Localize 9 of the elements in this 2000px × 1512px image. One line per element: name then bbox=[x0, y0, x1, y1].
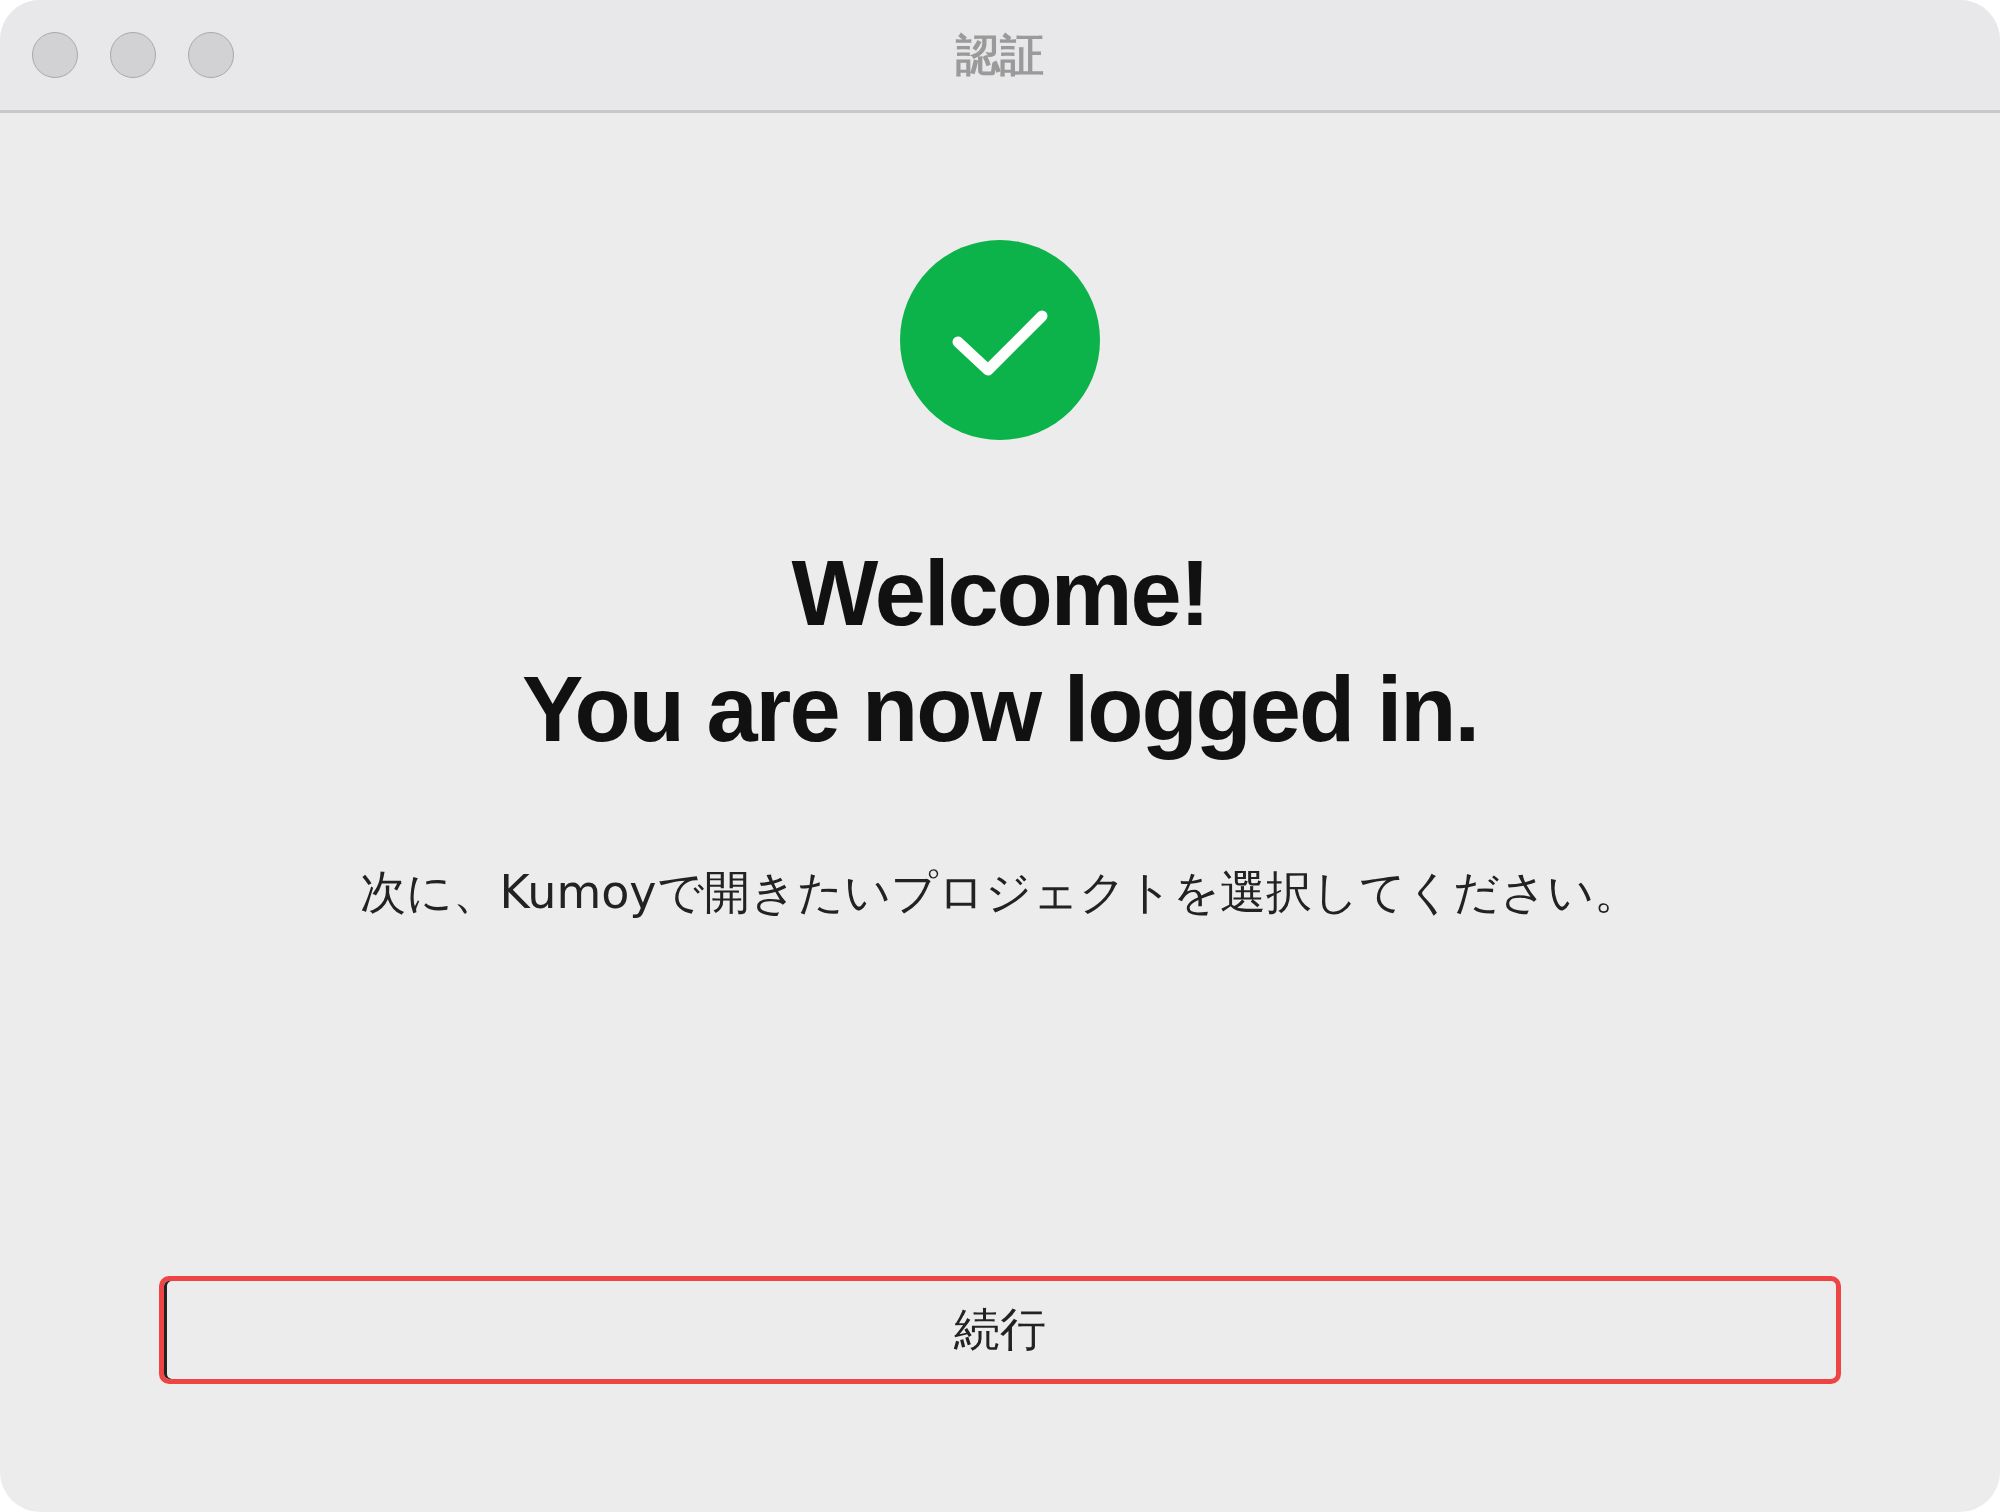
zoom-button[interactable] bbox=[188, 32, 234, 78]
logged-in-heading: You are now logged in. bbox=[521, 657, 1479, 762]
success-check-icon bbox=[900, 240, 1100, 440]
close-button[interactable] bbox=[32, 32, 78, 78]
instruction-text: 次に、Kumoyで開きたいプロジェクトを選択してください。 bbox=[360, 864, 1640, 921]
minimize-button[interactable] bbox=[110, 32, 156, 78]
welcome-heading: Welcome! bbox=[791, 541, 1209, 646]
continue-button[interactable]: 続行 bbox=[159, 1276, 1841, 1384]
window-title: 認証 bbox=[956, 27, 1044, 82]
